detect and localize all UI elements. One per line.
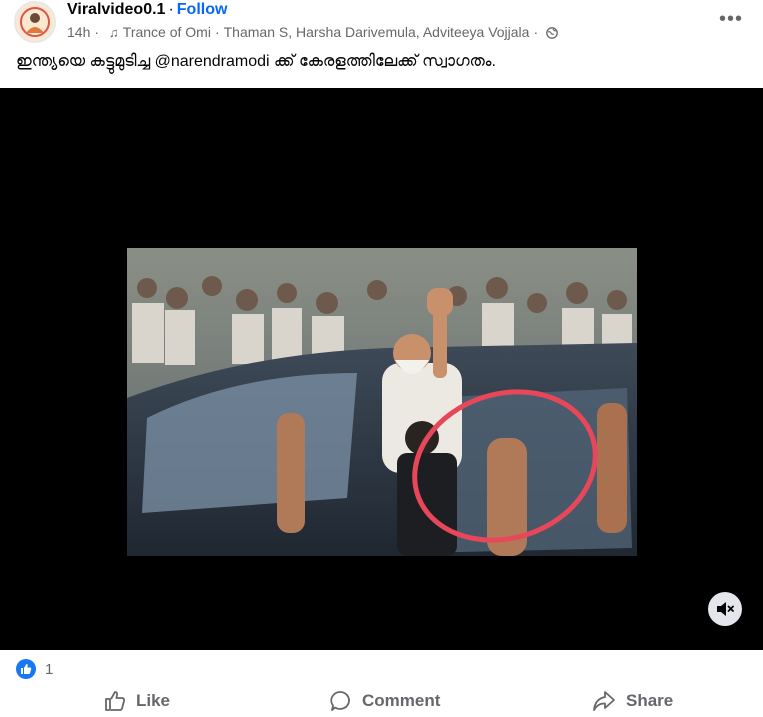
like-label: Like: [136, 691, 171, 710]
post-time[interactable]: 14h: [67, 24, 90, 40]
author-row: Viralvideo0.1 · Follow: [67, 1, 227, 19]
author-name[interactable]: Viralvideo0.1: [67, 1, 165, 18]
share-label: Share: [626, 691, 674, 710]
speech-bubble-icon: [330, 691, 350, 711]
thumbs-up-icon: [105, 691, 125, 711]
more-options-icon[interactable]: •••: [719, 8, 743, 31]
music-title[interactable]: Trance of Omi: [123, 24, 211, 40]
action-bar: Like Comment Share: [0, 690, 763, 717]
globe-icon[interactable]: [546, 26, 558, 39]
video-frame: [127, 248, 637, 556]
separator-dot: ·: [168, 1, 174, 18]
separator-dot: ·: [533, 24, 539, 40]
post-header: Viralvideo0.1 · Follow 14h · ♫ Trance of O…: [0, 0, 763, 48]
avatar[interactable]: [14, 1, 56, 43]
video-player[interactable]: [0, 88, 763, 650]
comment-label: Comment: [362, 691, 441, 710]
separator-dot: ·: [214, 24, 220, 40]
reaction-summary[interactable]: 1: [16, 659, 53, 679]
muted-speaker-icon[interactable]: [708, 592, 742, 626]
post-meta: 14h · ♫ Trance of Omi · Thaman S, Harsha…: [67, 24, 558, 40]
share-button[interactable]: Share: [592, 690, 673, 712]
like-button[interactable]: Like: [104, 690, 170, 712]
thumbs-up-icon: [16, 659, 36, 679]
comment-button[interactable]: Comment: [330, 690, 440, 712]
music-note-icon: ♫: [109, 24, 119, 40]
post-caption: ഇന്ത്യയെ കട്ടുമുടിച്ച @narendramodi ക്ക്…: [16, 53, 496, 70]
music-artists[interactable]: Thaman S, Harsha Darivemula, Adviteeya V…: [224, 24, 530, 40]
reaction-count: 1: [45, 660, 54, 678]
follow-button[interactable]: Follow: [177, 1, 228, 18]
separator-dot: ·: [94, 24, 100, 40]
share-arrow-icon: [593, 691, 615, 711]
